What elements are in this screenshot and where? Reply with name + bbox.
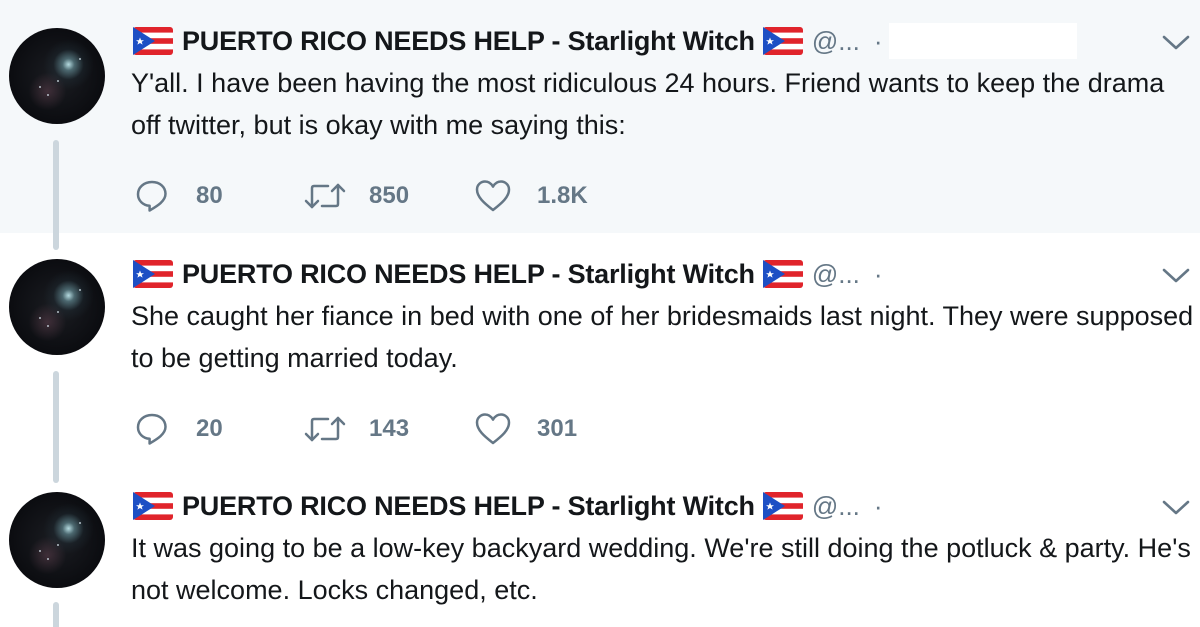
- retweet-arrows-icon: [304, 183, 346, 209]
- reply-button[interactable]: 80: [135, 176, 223, 216]
- reply-button[interactable]: 20: [135, 409, 223, 449]
- redacted-timestamp: [888, 23, 1077, 59]
- user-handle[interactable]: @...: [812, 259, 860, 290]
- reply-count: 20: [196, 415, 223, 442]
- puerto-rico-flag-icon: [762, 260, 803, 288]
- like-count: 301: [537, 415, 578, 442]
- separator-dot: ·: [873, 490, 883, 521]
- display-name[interactable]: PUERTO RICO NEEDS HELP - Starlight Witch: [182, 259, 755, 290]
- tweet-header: PUERTO RICO NEEDS HELP - Starlight Witch…: [133, 21, 1193, 61]
- avatar[interactable]: [9, 28, 105, 124]
- puerto-rico-flag-icon: [762, 492, 803, 520]
- heart-icon: [475, 180, 511, 212]
- chevron-down-icon[interactable]: [1162, 499, 1190, 517]
- reply-count: 80: [196, 182, 223, 209]
- tweet-text: Y'all. I have been having the most ridic…: [131, 68, 1165, 140]
- user-handle[interactable]: @...: [812, 26, 860, 57]
- speech-bubble-icon: [136, 180, 167, 212]
- tweet[interactable]: PUERTO RICO NEEDS HELP - Starlight Witch…: [0, 233, 1200, 483]
- chevron-down-icon[interactable]: [1162, 34, 1190, 52]
- like-button[interactable]: 301: [475, 409, 577, 449]
- puerto-rico-flag-icon: [133, 27, 173, 55]
- tweet[interactable]: PUERTO RICO NEEDS HELP - Starlight Witch…: [0, 0, 1200, 250]
- tweet-text: It was going to be a low-key backyard we…: [131, 533, 1191, 605]
- tweet-header: PUERTO RICO NEEDS HELP - Starlight Witch…: [133, 486, 1193, 526]
- puerto-rico-flag-icon: [133, 260, 173, 288]
- display-name[interactable]: PUERTO RICO NEEDS HELP - Starlight Witch: [182, 26, 755, 57]
- separator-dot: ·: [873, 25, 883, 56]
- puerto-rico-flag-icon: [762, 27, 803, 55]
- retweet-button[interactable]: 143: [303, 409, 409, 449]
- avatar[interactable]: [9, 492, 105, 588]
- heart-icon: [475, 413, 511, 445]
- retweet-count: 850: [369, 182, 410, 209]
- tweet-thread: PUERTO RICO NEEDS HELP - Starlight Witch…: [0, 0, 1200, 627]
- separator-dot: ·: [873, 258, 883, 289]
- tweet-text: She caught her fiance in bed with one of…: [131, 301, 1194, 373]
- thread-connector-line: [53, 602, 59, 627]
- tweet-header: PUERTO RICO NEEDS HELP - Starlight Witch…: [133, 254, 1193, 294]
- puerto-rico-flag-icon: [133, 492, 173, 520]
- tweet[interactable]: PUERTO RICO NEEDS HELP - Starlight Witch…: [0, 465, 1200, 627]
- like-count: 1.8K: [537, 182, 588, 209]
- avatar[interactable]: [9, 259, 105, 355]
- speech-bubble-icon: [136, 413, 167, 445]
- like-button[interactable]: 1.8K: [475, 176, 588, 216]
- retweet-count: 143: [369, 415, 410, 442]
- display-name[interactable]: PUERTO RICO NEEDS HELP - Starlight Witch: [182, 491, 755, 522]
- retweet-button[interactable]: 850: [303, 176, 409, 216]
- retweet-arrows-icon: [304, 416, 346, 442]
- chevron-down-icon[interactable]: [1162, 267, 1190, 285]
- user-handle[interactable]: @...: [812, 491, 860, 522]
